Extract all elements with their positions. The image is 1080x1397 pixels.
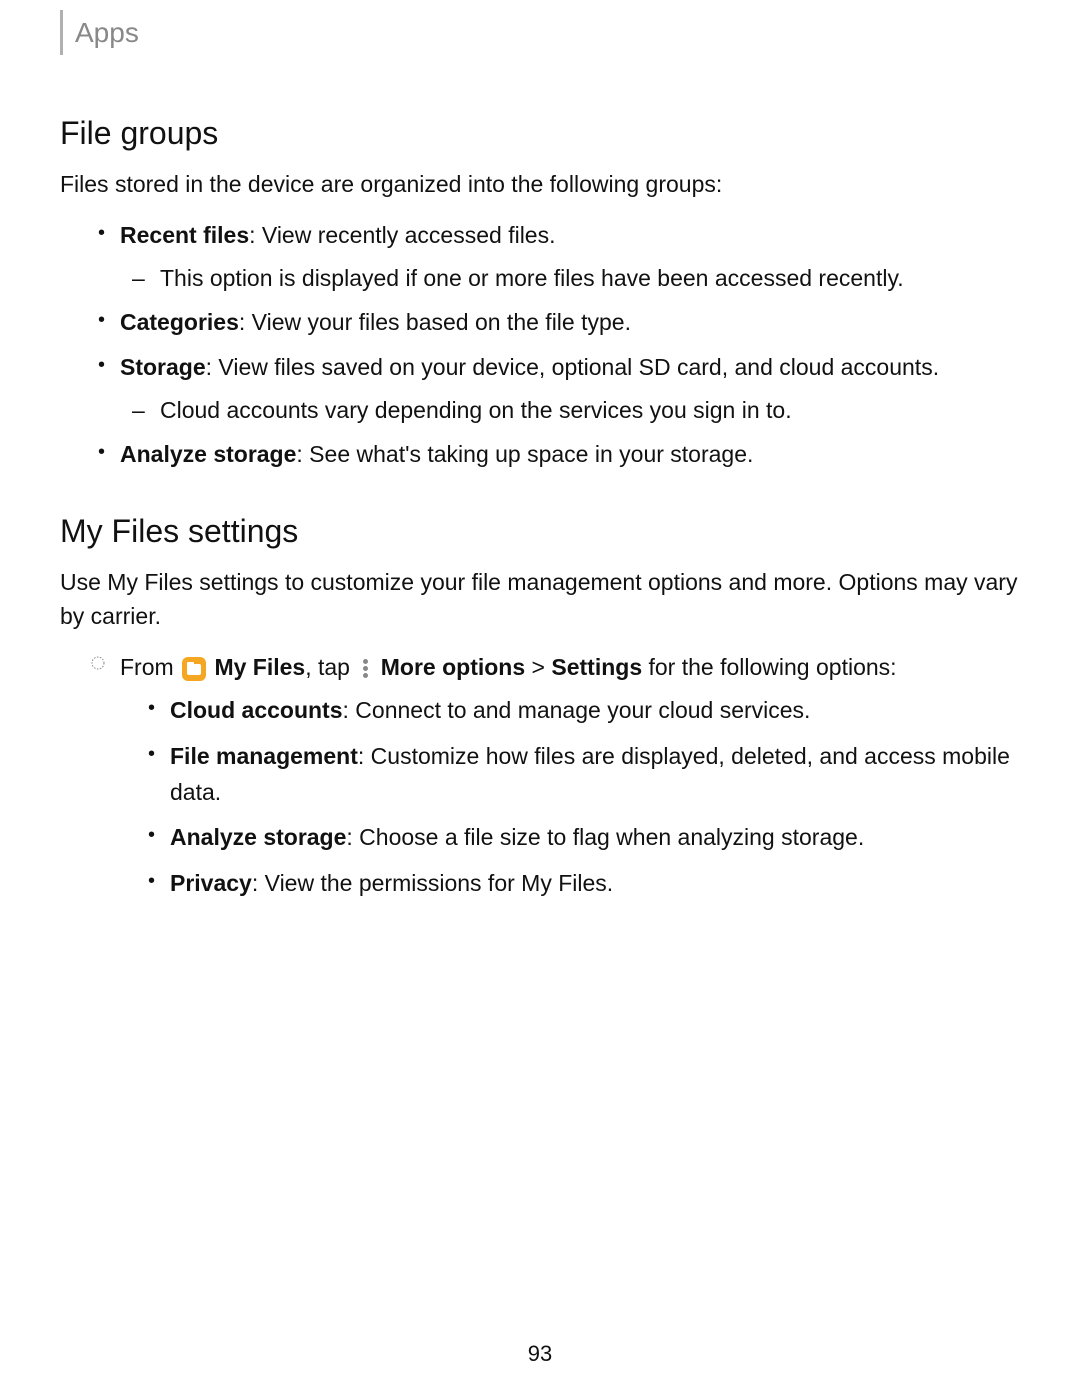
list-item: Categories: View your files based on the… xyxy=(90,304,1020,341)
more-options-label: More options xyxy=(381,654,525,680)
list-item: Cloud accounts: Connect to and manage yo… xyxy=(140,693,1020,729)
list-item: Storage: View files saved on your device… xyxy=(90,349,1020,428)
page-number: 93 xyxy=(0,1341,1080,1367)
from-text: From xyxy=(120,654,180,680)
item-label: Storage xyxy=(120,354,206,380)
options-list: Cloud accounts: Connect to and manage yo… xyxy=(120,693,1020,901)
list-item: Analyze storage: Choose a file size to f… xyxy=(140,820,1020,856)
item-label: Recent files xyxy=(120,222,249,248)
gt-text: > xyxy=(525,654,551,680)
my-files-settings-intro: Use My Files settings to customize your … xyxy=(60,565,1020,634)
instruction-item: From My Files, tap More options > Settin… xyxy=(90,649,1020,902)
page-header: Apps xyxy=(60,0,1020,75)
instruction-list: From My Files, tap More options > Settin… xyxy=(60,649,1020,902)
item-label: Analyze storage xyxy=(170,824,346,850)
section-title-my-files-settings: My Files settings xyxy=(60,513,1020,550)
item-desc: : View files saved on your device, optio… xyxy=(206,354,939,380)
sub-list-item: This option is displayed if one or more … xyxy=(120,261,1020,296)
settings-label: Settings xyxy=(551,654,642,680)
header-divider xyxy=(60,10,63,55)
file-groups-list: Recent files: View recently accessed fil… xyxy=(60,217,1020,473)
tap-text: , tap xyxy=(305,654,356,680)
item-label: Privacy xyxy=(170,870,252,896)
list-item: Recent files: View recently accessed fil… xyxy=(90,217,1020,296)
item-desc: : View the permissions for My Files. xyxy=(252,870,613,896)
header-title: Apps xyxy=(75,17,139,49)
sub-list: Cloud accounts vary depending on the ser… xyxy=(120,393,1020,428)
item-label: Categories xyxy=(120,309,239,335)
list-item: Privacy: View the permissions for My Fil… xyxy=(140,866,1020,902)
item-label: Cloud accounts xyxy=(170,697,343,723)
section-title-file-groups: File groups xyxy=(60,115,1020,152)
item-label: File management xyxy=(170,743,358,769)
after-text: for the following options: xyxy=(642,654,896,680)
item-desc: : See what's taking up space in your sto… xyxy=(296,441,753,467)
list-item: Analyze storage: See what's taking up sp… xyxy=(90,436,1020,473)
more-options-icon xyxy=(358,657,372,680)
circle-bullet-icon xyxy=(90,655,106,671)
my-files-icon xyxy=(182,657,206,681)
item-desc: : View recently accessed files. xyxy=(249,222,555,248)
file-groups-intro: Files stored in the device are organized… xyxy=(60,167,1020,202)
list-item: File management: Customize how files are… xyxy=(140,739,1020,810)
my-files-label: My Files xyxy=(214,654,305,680)
item-label: Analyze storage xyxy=(120,441,296,467)
item-desc: : Connect to and manage your cloud servi… xyxy=(343,697,811,723)
sub-list: This option is displayed if one or more … xyxy=(120,261,1020,296)
sub-list-item: Cloud accounts vary depending on the ser… xyxy=(120,393,1020,428)
item-desc: : Choose a file size to flag when analyz… xyxy=(346,824,864,850)
item-desc: : View your files based on the file type… xyxy=(239,309,631,335)
